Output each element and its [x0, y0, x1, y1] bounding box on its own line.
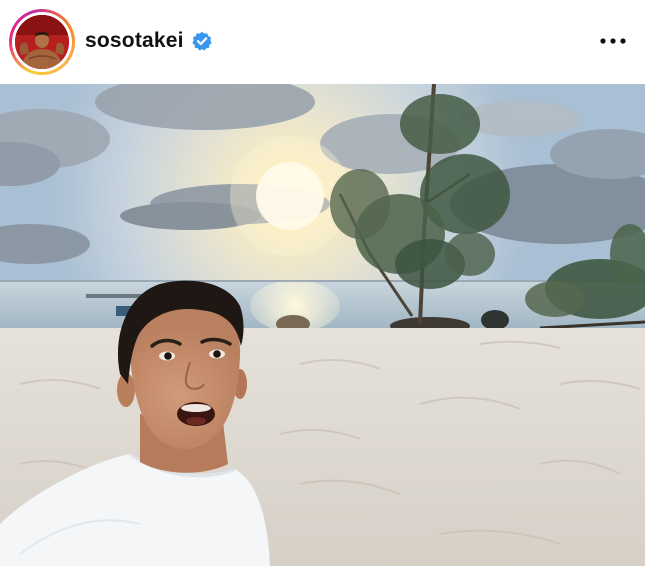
post-image[interactable]: [0, 84, 645, 566]
story-ring[interactable]: [9, 9, 75, 75]
username-link[interactable]: sosotakei: [85, 29, 184, 53]
more-options-icon[interactable]: [595, 28, 631, 54]
verified-badge-icon: [192, 31, 212, 51]
post-header: sosotakei: [0, 0, 645, 84]
avatar-image: [15, 15, 69, 69]
username-row: sosotakei: [85, 27, 212, 55]
beach-selfie-photo: [0, 84, 645, 566]
instagram-post: sosotakei: [0, 0, 645, 566]
avatar-gap: [12, 12, 72, 72]
profile-avatar[interactable]: [15, 15, 69, 69]
